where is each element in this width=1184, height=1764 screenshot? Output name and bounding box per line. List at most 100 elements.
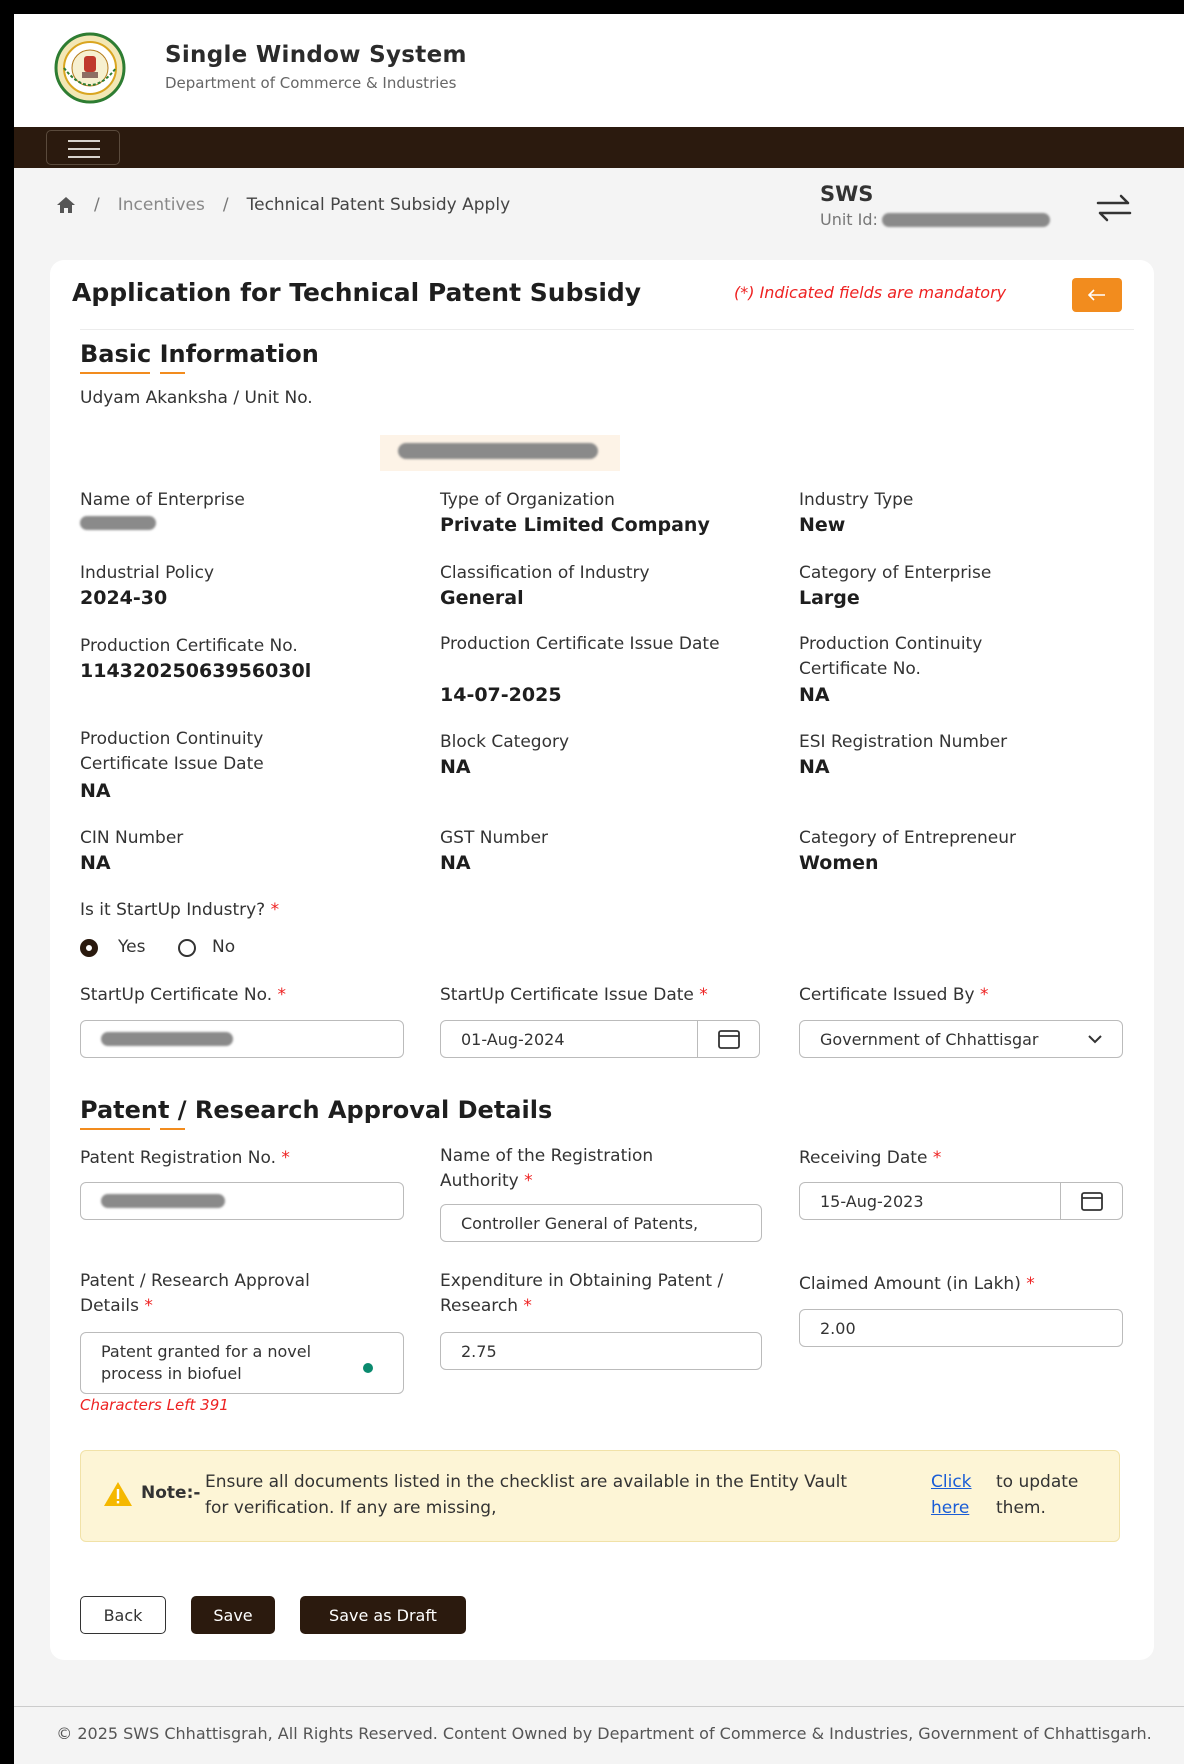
form-title: Application for Technical Patent Subsidy [72, 278, 642, 307]
approval-details-textarea[interactable]: Patent granted for a novel process in bi… [80, 1332, 404, 1394]
grammar-indicator-icon [363, 1363, 373, 1373]
receiving-date-label: Receiving Date * [799, 1146, 941, 1171]
startup-date-input[interactable]: 01-Aug-2024 [440, 1020, 698, 1058]
approval-details-label: Patent / Research Approval Details * [80, 1269, 370, 1319]
production-certificate-date-value: 14-07-2025 [440, 684, 562, 706]
expenditure-label-text: Expenditure in Obtaining Patent / Resear… [440, 1271, 724, 1316]
issued-by-select[interactable]: Government of Chhattisgar [799, 1020, 1123, 1058]
block-category-label: Block Category [440, 732, 570, 752]
heading-underline [80, 372, 150, 374]
switch-unit-icon[interactable] [1094, 192, 1134, 224]
authority-label-text: Name of the Registration Authority [440, 1146, 654, 1191]
startup-no-label[interactable]: No [212, 937, 235, 957]
issued-by-selected-value: Government of Chhattisgar [820, 1029, 1039, 1049]
heading-underline [160, 1128, 185, 1130]
entrepreneur-category-label: Category of Entrepreneur [799, 828, 1016, 848]
startup-certificate-redacted [101, 1032, 233, 1046]
patent-registration-label-text: Patent Registration No. [80, 1148, 277, 1168]
continuity-certificate-date-value: NA [80, 780, 111, 802]
save-as-draft-button[interactable]: Save as Draft [300, 1596, 466, 1634]
gst-number-value: NA [440, 852, 471, 874]
characters-left: Characters Left 391 [80, 1396, 229, 1414]
breadcrumb-separator: / [222, 195, 229, 215]
calendar-icon [1080, 1192, 1103, 1211]
approval-details-text: Patent granted for a novel process in bi… [101, 1342, 312, 1383]
required-asterisk: * [524, 1171, 533, 1191]
production-certificate-date-label: Production Certificate Issue Date [440, 634, 720, 654]
required-asterisk: * [281, 1148, 290, 1168]
authority-label: Name of the Registration Authority * [440, 1144, 730, 1194]
continuity-certificate-label: Production Continuity Certificate No. [799, 634, 983, 679]
title-divider [80, 329, 1134, 330]
app-title: Single Window System [165, 42, 467, 68]
startup-certificate-label: StartUp Certificate No. * [80, 983, 286, 1008]
udyam-label: Udyam Akanksha / Unit No. [80, 388, 313, 408]
calendar-button[interactable] [698, 1020, 760, 1058]
account-name: SWS [820, 182, 874, 206]
breadcrumb-incentives-link[interactable]: Incentives [118, 195, 205, 215]
cin-number-label: CIN Number [80, 828, 184, 848]
calendar-icon [717, 1030, 740, 1049]
receiving-date-input[interactable]: 15-Aug-2023 [799, 1182, 1061, 1220]
required-asterisk: * [270, 900, 280, 920]
note-click-here-link[interactable]: Click here [931, 1469, 983, 1521]
chevron-down-icon [1088, 1034, 1102, 1043]
startup-date-label-text: StartUp Certificate Issue Date [440, 985, 694, 1005]
mandatory-note: (*) Indicated fields are mandatory [734, 283, 1007, 302]
startup-certificate-label-text: StartUp Certificate No. [80, 985, 273, 1005]
approval-details-label-text: Patent / Research Approval Details [80, 1271, 310, 1316]
organization-type-value: Private Limited Company [440, 514, 710, 536]
required-asterisk: * [277, 985, 287, 1005]
note-suffix: to update them. [996, 1472, 1079, 1518]
heading-underline [160, 372, 185, 374]
back-button[interactable]: Back [80, 1596, 166, 1634]
startup-certificate-input[interactable] [80, 1020, 404, 1058]
page: Single Window System Department of Comme… [14, 14, 1184, 1764]
top-navbar [14, 127, 1184, 168]
note-box: Note:- Ensure all documents listed in th… [80, 1450, 1120, 1542]
required-asterisk: * [980, 985, 989, 1005]
production-certificate-label: Production Certificate No. [80, 636, 298, 656]
gst-number-label: GST Number [440, 828, 549, 848]
unit-id-redacted [881, 212, 1050, 227]
breadcrumb: / Incentives / Technical Patent Subsidy … [56, 195, 510, 215]
app-subtitle: Department of Commerce & Industries [165, 74, 457, 92]
industry-classification-label: Classification of Industry [440, 563, 650, 583]
hamburger-menu-button[interactable] [46, 130, 120, 165]
menu-icon-bar [68, 140, 100, 142]
entrepreneur-category-value: Women [799, 852, 879, 874]
patent-section-heading: Patent / Research Approval Details [80, 1096, 553, 1124]
back-arrow-button[interactable] [1072, 278, 1122, 312]
patent-registration-redacted [101, 1194, 225, 1208]
esi-registration-value: NA [799, 756, 830, 778]
startup-yes-radio[interactable] [80, 939, 98, 957]
organization-type-label: Type of Organization [440, 490, 615, 510]
save-button[interactable]: Save [191, 1596, 275, 1634]
menu-icon-bar [68, 156, 100, 158]
production-certificate-value: 11432025063956030l [80, 660, 312, 682]
note-text: Ensure all documents listed in the check… [205, 1472, 848, 1518]
footer-divider [14, 1706, 1184, 1707]
unit-id-label: Unit Id: [820, 210, 878, 229]
home-icon[interactable] [56, 196, 76, 214]
calendar-button[interactable] [1061, 1182, 1123, 1220]
required-asterisk: * [144, 1296, 153, 1316]
startup-no-radio[interactable] [178, 939, 196, 957]
expenditure-label: Expenditure in Obtaining Patent / Resear… [440, 1269, 770, 1319]
claimed-amount-label-text: Claimed Amount (in Lakh) [799, 1274, 1021, 1294]
claimed-amount-input[interactable]: 2.00 [799, 1309, 1123, 1347]
enterprise-category-label: Category of Enterprise [799, 563, 992, 583]
udyam-value [380, 435, 620, 471]
industry-type-value: New [799, 514, 846, 536]
industry-type-label: Industry Type [799, 490, 914, 510]
startup-yes-label[interactable]: Yes [118, 937, 145, 957]
patent-registration-input[interactable] [80, 1182, 404, 1220]
note-heading: Note:- [141, 1483, 201, 1503]
expenditure-input[interactable]: 2.75 [440, 1332, 762, 1370]
industrial-policy-value: 2024-30 [80, 587, 168, 609]
state-emblem-logo [54, 32, 126, 104]
authority-input[interactable]: Controller General of Patents, [440, 1204, 762, 1242]
esi-registration-label: ESI Registration Number [799, 732, 1008, 752]
footer-copyright: © 2025 SWS Chhattisgrah, All Rights Rese… [56, 1724, 1152, 1743]
required-asterisk: * [523, 1296, 532, 1316]
